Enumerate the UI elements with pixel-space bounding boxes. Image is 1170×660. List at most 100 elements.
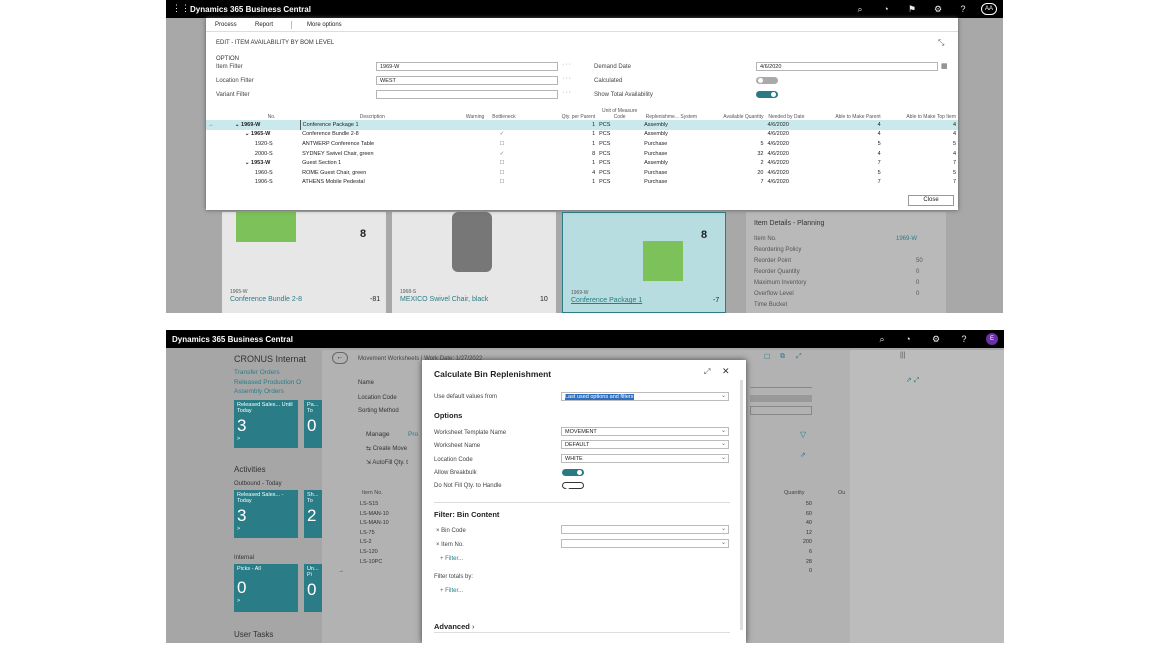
menu-more-options[interactable]: More options bbox=[307, 22, 342, 28]
item-name[interactable]: MEXICO Swivel Chair, black bbox=[400, 296, 488, 303]
list-item[interactable]: LS-10PC bbox=[360, 558, 389, 568]
tile-unassigned-picks[interactable]: Un... Pi 0 bbox=[304, 564, 324, 612]
avatar[interactable]: E bbox=[986, 333, 998, 345]
advanced-toggle[interactable]: Advanced › bbox=[434, 622, 474, 631]
quantity-cell[interactable]: 28 bbox=[780, 558, 812, 568]
col-able-parent[interactable]: Able to Make Parent bbox=[807, 106, 882, 120]
menu-process[interactable]: Process bbox=[215, 22, 237, 28]
col-uom[interactable]: Unit of Measure Code bbox=[597, 106, 642, 120]
table-row[interactable]: 1920-S ANTWERP Conference Table ☐ 1 PCS Purch… bbox=[206, 139, 958, 149]
tile-released-sales[interactable]: Released Sales... Until Today 3 > bbox=[234, 400, 298, 448]
manage-tab[interactable]: Manage bbox=[366, 431, 390, 438]
quantity-cell[interactable]: 12 bbox=[780, 529, 812, 539]
location-code-select[interactable]: WHITE ⌄ bbox=[561, 454, 729, 463]
show-total-toggle[interactable] bbox=[756, 91, 778, 98]
link-assembly-orders[interactable]: Assembly Orders bbox=[234, 387, 301, 397]
col-bottleneck[interactable]: Bottleneck bbox=[486, 106, 517, 120]
item-name[interactable]: Conference Package 1 bbox=[571, 297, 642, 304]
table-row[interactable]: 1960-S ROME Guest Chair, green ☐ 4 PCS Purcha… bbox=[206, 168, 958, 178]
list-item[interactable]: LS-S15 bbox=[360, 500, 389, 510]
list-item[interactable]: LS-75 bbox=[360, 529, 389, 539]
item-name[interactable]: Conference Bundle 2-8 bbox=[230, 296, 302, 303]
bell-icon[interactable]: ◔ bbox=[902, 334, 914, 344]
collapse-icon[interactable]: ⤡ bbox=[938, 38, 944, 48]
tile-partial[interactable]: Pa... To 0 bbox=[304, 400, 324, 448]
autofill-action[interactable]: ⇲ AutoFill Qty. t bbox=[366, 459, 408, 466]
table-row[interactable]: 1906-S ATHENS Mobile Pedestal ☐ 1 PCS Purchas… bbox=[206, 178, 958, 188]
col-description[interactable]: Description bbox=[300, 106, 444, 120]
col-no[interactable]: No. bbox=[227, 106, 300, 120]
variant-filter-lookup[interactable]: ··· bbox=[562, 89, 572, 96]
link-transfer-orders[interactable]: Transfer Orders bbox=[234, 368, 301, 378]
quantity-cell[interactable]: 40 bbox=[780, 519, 812, 529]
cell-bottleneck[interactable] bbox=[486, 120, 518, 130]
cell-no[interactable]: 1960-S bbox=[227, 168, 300, 178]
cell-no[interactable]: 1920-S bbox=[227, 139, 300, 149]
list-item[interactable]: LS-2 bbox=[360, 538, 389, 548]
gear-icon[interactable]: ⚙ bbox=[932, 4, 944, 15]
item-no-select[interactable]: ⌄ bbox=[561, 539, 729, 548]
cell-no[interactable]: ⌄ 1965-W bbox=[227, 130, 300, 140]
bell-icon[interactable]: ◔ bbox=[880, 4, 892, 14]
add-filter-link[interactable]: + Filter... bbox=[440, 556, 463, 562]
table-row[interactable]: ⌄ 1953-W Guest Section 1 ☐ 1 PCS Assembly 2 4/6… bbox=[206, 158, 958, 168]
col-needed-by[interactable]: Needed by Date bbox=[766, 106, 808, 120]
list-item[interactable]: LS-MAN-10 bbox=[360, 510, 389, 520]
quantity-cell[interactable]: 6 bbox=[780, 548, 812, 558]
help-icon[interactable]: ? bbox=[957, 4, 969, 14]
quantity-cell[interactable]: 0 bbox=[780, 567, 812, 577]
search-icon[interactable]: ⌕ bbox=[854, 4, 866, 15]
cell-bottleneck[interactable]: ☐ bbox=[486, 178, 517, 188]
ws-name-field[interactable] bbox=[750, 380, 812, 388]
item-card-1[interactable]: 8 1965-W Conference Bundle 2-8 -81 bbox=[222, 212, 386, 313]
bookmark-icon[interactable]: ☐ bbox=[764, 353, 770, 361]
menu-report[interactable]: Report bbox=[255, 22, 273, 28]
process-tab[interactable]: Pro bbox=[408, 431, 418, 438]
ws-sorting-field[interactable] bbox=[750, 406, 812, 415]
breakbulk-toggle[interactable] bbox=[562, 469, 584, 476]
waffle-icon[interactable]: ⋮⋮ bbox=[172, 3, 190, 14]
tile-released-sales-today[interactable]: Released Sales... - Today 3 > bbox=[234, 490, 298, 538]
quantity-cell[interactable]: 50 bbox=[780, 500, 812, 510]
location-filter-input[interactable]: WEST bbox=[376, 76, 558, 85]
dialog-scrollbar[interactable] bbox=[740, 380, 743, 630]
list-item[interactable]: LS-MAN-10 bbox=[360, 519, 389, 529]
flag-icon[interactable]: ⚑ bbox=[906, 4, 918, 15]
cell-no[interactable]: ⌄ 1953-W bbox=[227, 158, 300, 168]
cell-bottleneck[interactable]: ✓ bbox=[486, 130, 517, 140]
gear-icon[interactable]: ⚙ bbox=[930, 334, 942, 345]
back-icon[interactable]: ← bbox=[332, 352, 348, 364]
col-available[interactable]: Available Quantity bbox=[701, 106, 766, 120]
ws-location-field[interactable] bbox=[750, 395, 812, 402]
cell-no[interactable]: ⌄ 1969-W bbox=[226, 120, 301, 130]
item-filter-lookup[interactable]: ··· bbox=[562, 61, 572, 68]
cell-bottleneck[interactable]: ✓ bbox=[486, 149, 517, 159]
template-select[interactable]: MOVEMENT ⌄ bbox=[561, 427, 729, 436]
tile-picks-all[interactable]: Picks - All 0 > bbox=[234, 564, 298, 612]
search-icon[interactable]: ⌕ bbox=[876, 334, 888, 345]
filter-icon[interactable]: ▽ bbox=[800, 430, 806, 439]
list-item[interactable]: LS-120 bbox=[360, 548, 389, 558]
item-card-3[interactable]: 8 1969-W Conference Package 1 -7 bbox=[562, 212, 726, 313]
expand-icon[interactable]: ⤢ bbox=[704, 367, 710, 377]
location-filter-lookup[interactable]: ··· bbox=[562, 75, 572, 82]
quantity-cell[interactable]: 200 bbox=[780, 538, 812, 548]
cell-bottleneck[interactable]: ☐ bbox=[486, 139, 517, 149]
table-row[interactable]: ⌄ 1965-W Conference Bundle 2-8 ✓ 1 PCS Assemb… bbox=[206, 130, 958, 140]
col-replenishment[interactable]: Replenishme... System bbox=[642, 106, 701, 120]
bin-code-select[interactable]: ⌄ bbox=[561, 525, 729, 534]
quantity-cell[interactable]: 60 bbox=[780, 510, 812, 520]
item-filter-input[interactable]: 1969-W bbox=[376, 62, 558, 71]
cell-no[interactable]: 2000-S bbox=[227, 149, 300, 159]
link-released-production[interactable]: Released Production O bbox=[234, 378, 301, 388]
calendar-icon[interactable]: ▦ bbox=[941, 62, 948, 70]
calculated-toggle[interactable] bbox=[756, 77, 778, 84]
factbox-toggle-icon[interactable]: ||| bbox=[900, 352, 905, 359]
table-row[interactable]: 2000-S SYDNEY Swivel Chair, green ✓ 8 PCS Pur… bbox=[206, 149, 958, 159]
item-card-2[interactable]: 1968-S MEXICO Swivel Chair, black 10 bbox=[392, 212, 556, 313]
col-warning[interactable]: Warning bbox=[444, 106, 486, 120]
cell-no[interactable]: 1906-S bbox=[227, 178, 300, 188]
cell-bottleneck[interactable]: ☐ bbox=[486, 158, 517, 168]
tile-shipments[interactable]: Sh... To 2 bbox=[304, 490, 324, 538]
col-qty-per-parent[interactable]: Qty. per Parent bbox=[518, 106, 597, 120]
